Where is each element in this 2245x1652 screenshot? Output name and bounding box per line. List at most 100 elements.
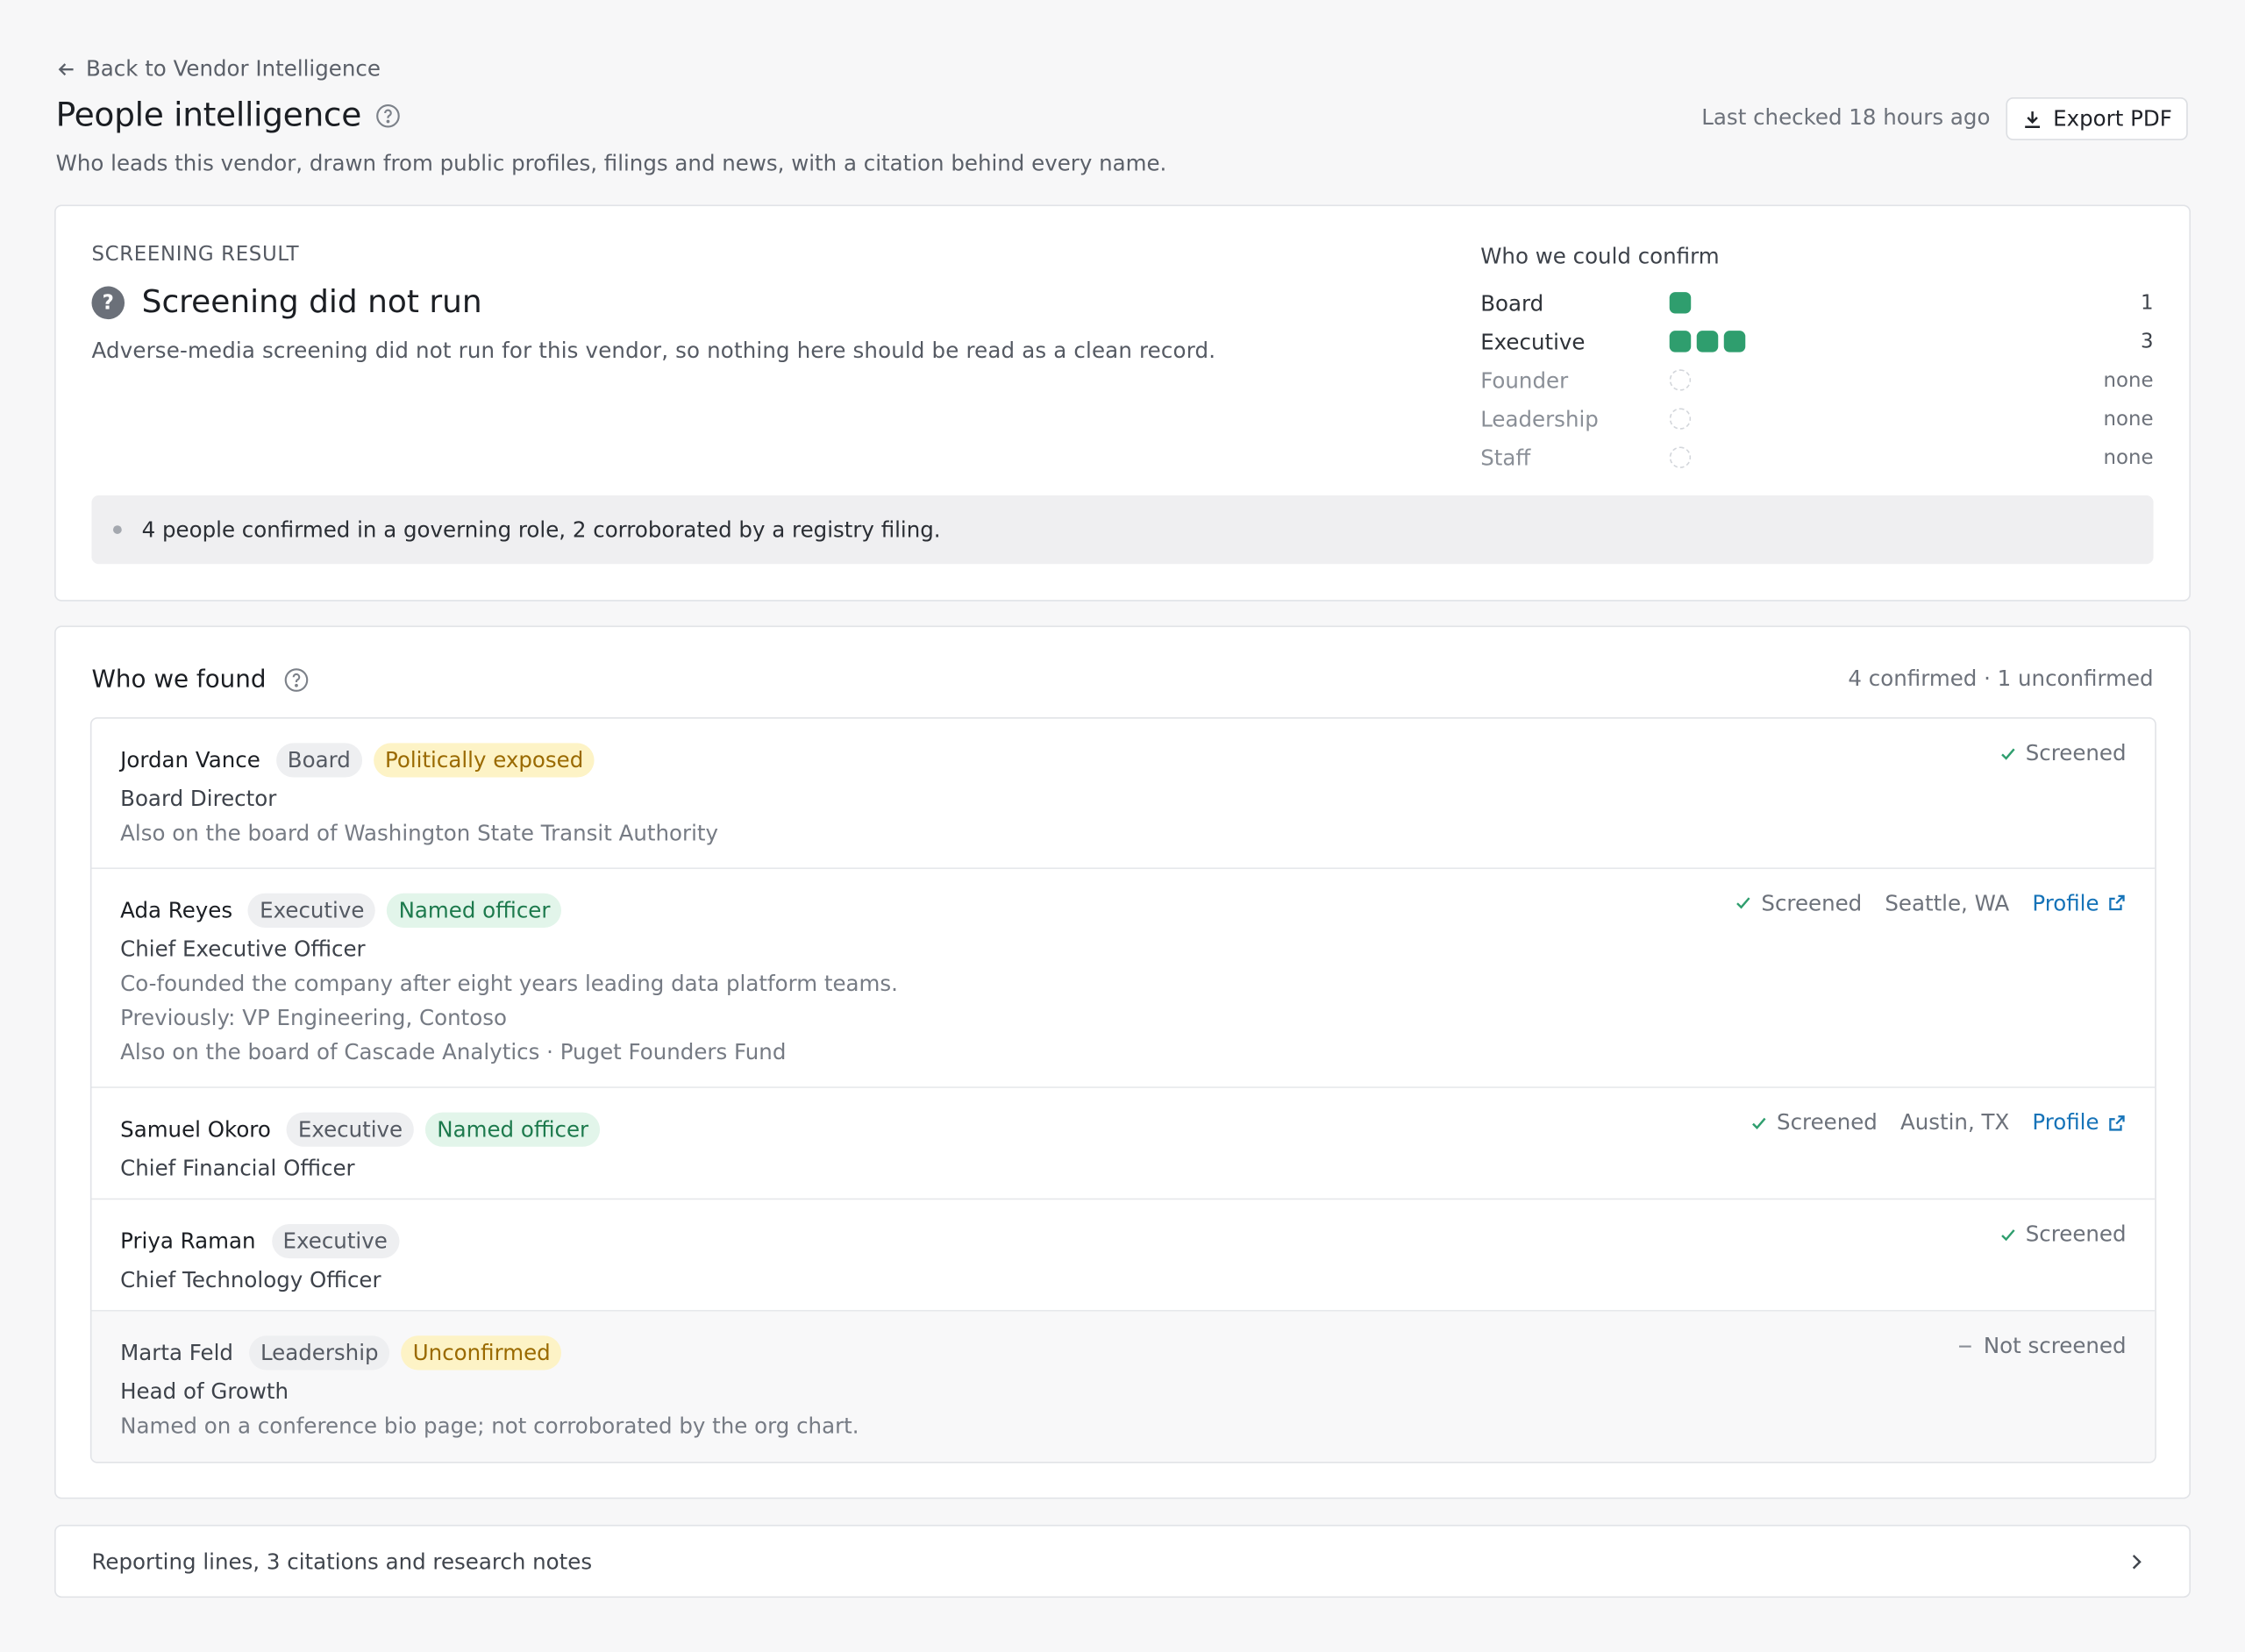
confirm-dots bbox=[1669, 369, 1692, 391]
person-name-row: Marta Feld Leadership Unconfirmed bbox=[120, 1335, 2126, 1371]
external-link-icon bbox=[2107, 1113, 2126, 1131]
confirm-row-label: Staff bbox=[1480, 444, 1531, 471]
screening-title: Screening did not run bbox=[141, 284, 482, 321]
page-title: People intelligence bbox=[55, 97, 362, 135]
screening-status: Not screened bbox=[1956, 1333, 2127, 1358]
help-icon[interactable] bbox=[375, 103, 401, 129]
role-badge: Leadership bbox=[248, 1335, 390, 1371]
check-icon bbox=[1999, 744, 2017, 762]
question-icon: ? bbox=[91, 286, 125, 320]
person-detail: Named on a conference bio page; not corr… bbox=[120, 1413, 859, 1439]
confirm-row: Executive 3 bbox=[1480, 322, 2153, 360]
person-name: Jordan Vance bbox=[120, 747, 260, 773]
export-pdf-button[interactable]: Export PDF bbox=[2006, 97, 2188, 141]
check-icon bbox=[1750, 1113, 1768, 1131]
confirm-dot bbox=[1723, 331, 1746, 352]
profile-link[interactable]: Profile bbox=[2032, 1109, 2126, 1136]
person-name: Ada Reyes bbox=[120, 896, 233, 923]
person-row: Ada Reyes Executive Named officer Chief Exe… bbox=[91, 868, 2156, 1088]
bullet-icon bbox=[112, 525, 122, 534]
title-row: People intelligence bbox=[56, 97, 402, 134]
notes-label: Reporting lines, 3 citations and researc… bbox=[91, 1548, 593, 1575]
export-pdf-label: Export PDF bbox=[2053, 105, 2172, 132]
screening-status-label: Screened bbox=[1761, 889, 1863, 916]
person-meta: Screened Austin, TX Profile bbox=[1750, 1109, 2127, 1136]
confirm-dot bbox=[1669, 331, 1692, 352]
check-icon bbox=[1999, 1225, 2017, 1243]
confirm-row-label: Leadership bbox=[1480, 405, 1599, 432]
person-name-row: Jordan Vance Board Politically exposed bbox=[120, 743, 2126, 778]
person-title: Head of Growth bbox=[120, 1378, 289, 1405]
screening-status: Screened bbox=[1734, 890, 1862, 915]
role-badge: Executive bbox=[271, 1223, 399, 1259]
person-name: Priya Raman bbox=[120, 1228, 256, 1255]
flag-badge: Unconfirmed bbox=[401, 1335, 562, 1371]
page-subtitle: Who leads this vendor, drawn from public… bbox=[55, 150, 1167, 176]
back-link-label: Back to Vendor Intelligence bbox=[85, 55, 381, 82]
person-row: Priya Raman Executive Chief Technology Off… bbox=[91, 1200, 2156, 1312]
flag-badge: Named officer bbox=[425, 1112, 601, 1147]
person-meta: Screened Seattle, WA Profile bbox=[1734, 890, 2126, 915]
help-icon[interactable] bbox=[283, 667, 309, 693]
back-link[interactable]: Back to Vendor Intelligence bbox=[56, 56, 381, 82]
person-name: Samuel Okoro bbox=[120, 1116, 271, 1143]
screening-eyebrow: SCREENING RESULT bbox=[91, 243, 300, 267]
check-icon bbox=[1734, 894, 1752, 912]
confirm-dot bbox=[1696, 331, 1719, 352]
person-detail: Previously: VP Engineering, Contoso bbox=[120, 1004, 507, 1030]
profile-link-label: Profile bbox=[2032, 889, 2099, 916]
chevron-right-icon bbox=[2132, 1554, 2142, 1569]
confirm-rows: Board 1 Executive 3 Founder none Leadership non… bbox=[1480, 283, 2153, 476]
person-row: Samuel Okoro Executive Named officer Chief … bbox=[91, 1088, 2156, 1200]
confirm-dot bbox=[1669, 292, 1692, 314]
confirm-row-label: Executive bbox=[1480, 328, 1586, 355]
confirm-row-label: Founder bbox=[1480, 367, 1569, 394]
screening-status: Screened bbox=[1999, 740, 2127, 765]
screening-description: Adverse-media screening did not run for … bbox=[91, 338, 1216, 364]
confirm-panel: Who we could confirm Board 1 Executive 3 Fou… bbox=[1480, 244, 2153, 477]
person-detail: Also on the board of Washington State Tr… bbox=[120, 820, 718, 846]
person-name-row: Priya Raman Executive bbox=[120, 1223, 2126, 1259]
person-row: Jordan Vance Board Politically exposed Boar… bbox=[91, 719, 2156, 869]
last-checked: Last checked 18 hours ago bbox=[1701, 104, 1991, 131]
person-meta: Not screened bbox=[1956, 1333, 2127, 1358]
person-detail: Co-founded the company after eight years… bbox=[120, 970, 898, 996]
arrow-left-icon bbox=[58, 62, 74, 75]
download-icon bbox=[2025, 110, 2040, 128]
person-meta: Screened bbox=[1999, 740, 2127, 765]
confirm-row-count: 1 bbox=[2141, 291, 2154, 315]
screening-status-label: Screened bbox=[2025, 1221, 2127, 1248]
confirm-row-count: 3 bbox=[2141, 330, 2154, 353]
confirm-row-count: none bbox=[2103, 368, 2154, 392]
screening-result: ? Screening did not run bbox=[91, 284, 482, 321]
confirm-row: Leadership none bbox=[1480, 400, 2153, 438]
role-badge: Executive bbox=[248, 892, 376, 928]
page: Back to Vendor Intelligence People intel… bbox=[0, 0, 2245, 1652]
external-link-icon bbox=[2107, 894, 2126, 912]
flag-badge: Named officer bbox=[387, 892, 562, 928]
person-location: Seattle, WA bbox=[1885, 889, 2010, 916]
screening-card: SCREENING RESULT ? Screening did not run… bbox=[54, 204, 2192, 602]
found-counts: 4 confirmed · 1 unconfirmed bbox=[1848, 666, 2154, 692]
screening-status-label: Screened bbox=[1777, 1109, 1878, 1136]
person-meta: Screened bbox=[1999, 1221, 2127, 1247]
confirm-row-label: Board bbox=[1480, 289, 1544, 317]
person-title: Chief Financial Officer bbox=[120, 1155, 355, 1181]
confirm-row-count: none bbox=[2103, 445, 2154, 469]
summary-banner: 4 people confirmed in a governing role, … bbox=[91, 495, 2154, 565]
screening-status-label: Screened bbox=[2025, 740, 2127, 766]
person-row: Marta Feld Leadership Unconfirmed Head of G… bbox=[91, 1311, 2156, 1462]
screening-status-label: Not screened bbox=[1983, 1333, 2127, 1359]
confirm-row: Staff none bbox=[1480, 438, 2153, 477]
notes-expander[interactable]: Reporting lines, 3 citations and researc… bbox=[54, 1524, 2192, 1599]
person-name: Marta Feld bbox=[120, 1340, 233, 1366]
empty-dot bbox=[1669, 408, 1692, 430]
confirm-dots bbox=[1669, 408, 1692, 430]
profile-link[interactable]: Profile bbox=[2032, 890, 2126, 915]
confirm-dots bbox=[1669, 446, 1692, 468]
person-title: Chief Technology Officer bbox=[120, 1266, 381, 1293]
empty-dot bbox=[1669, 369, 1692, 391]
role-badge: Board bbox=[275, 743, 362, 778]
confirm-dots bbox=[1669, 292, 1692, 314]
found-title-row: Who we found bbox=[91, 666, 309, 694]
